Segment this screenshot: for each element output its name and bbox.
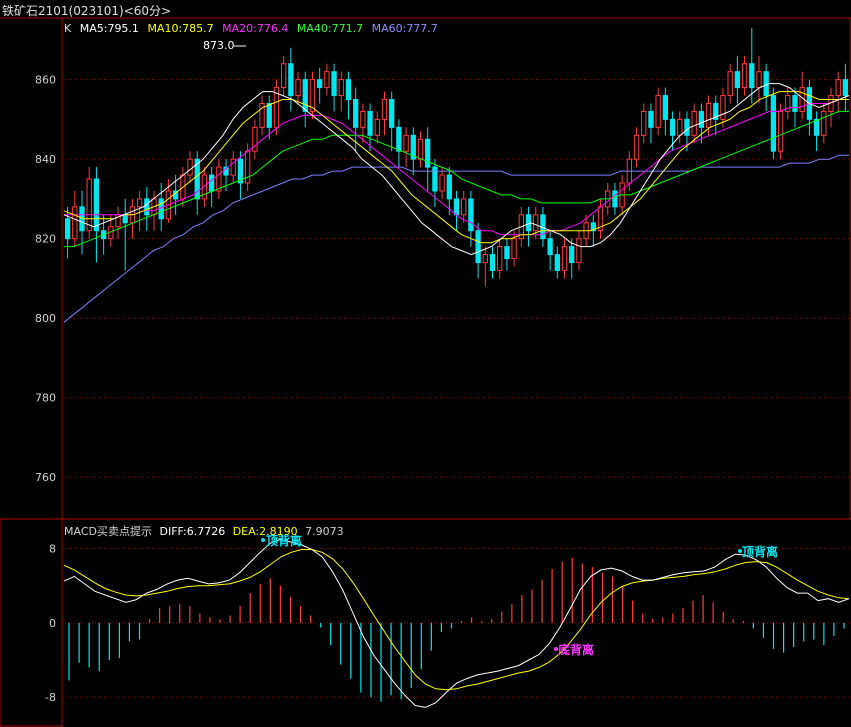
candle-body <box>727 71 733 97</box>
top-div-marker-1 <box>261 538 265 542</box>
bottom-div-marker <box>554 647 558 651</box>
candle-body <box>677 118 683 136</box>
candle-body <box>741 63 748 89</box>
candle-body <box>612 190 618 208</box>
candle-body <box>734 71 741 89</box>
candle-body <box>691 110 697 136</box>
top-divergence-2: 顶背离 <box>742 544 778 559</box>
candle-body <box>835 79 841 97</box>
candle-body <box>72 206 78 240</box>
candle-body <box>720 95 726 120</box>
candle-body <box>475 230 481 264</box>
candle-body <box>446 174 452 200</box>
candle-body <box>842 79 849 97</box>
candle-body <box>533 214 539 232</box>
candle-body <box>187 158 193 176</box>
top-div-marker-2 <box>738 549 742 553</box>
candle-body <box>511 238 517 260</box>
candle-body <box>453 198 460 216</box>
price-tick-label: 780 <box>35 392 56 405</box>
candle-body <box>280 63 287 89</box>
y-axis-labels: 860 840 820 800 780 760 8 0 -8 <box>35 74 56 705</box>
candle-body <box>295 79 301 97</box>
candle-body <box>770 95 777 152</box>
macd-tick-label: 0 <box>49 617 56 630</box>
candle-body <box>374 118 380 136</box>
candle-body <box>381 99 388 120</box>
bottom-divergence: 底背离 <box>558 642 594 657</box>
candles <box>64 27 849 287</box>
candle-body <box>763 71 769 97</box>
candle-body <box>468 198 474 232</box>
price-tick-label: 840 <box>35 153 56 166</box>
candle-body <box>425 138 431 168</box>
candle-body <box>554 254 560 271</box>
candle-body <box>144 198 150 216</box>
macd-tick-label: -8 <box>45 691 56 704</box>
candle-body <box>439 174 445 192</box>
candle-body <box>389 99 395 128</box>
candle-body <box>569 246 575 264</box>
candle-body <box>756 71 762 89</box>
candle-body <box>417 138 424 160</box>
candle-body <box>792 95 798 112</box>
candle-body <box>93 178 100 232</box>
candle-body <box>482 254 488 264</box>
candle-body <box>288 63 294 97</box>
candle-body <box>648 110 654 128</box>
candle-body <box>208 174 215 192</box>
candle-body <box>576 238 582 264</box>
candle-body <box>777 110 784 152</box>
candle-body <box>216 166 222 192</box>
candle-body <box>345 79 352 101</box>
candle-body <box>353 99 359 128</box>
candle-body <box>698 110 705 128</box>
candle-body <box>122 214 128 224</box>
candle-body <box>266 102 272 128</box>
candle-body <box>461 198 467 216</box>
candle-body <box>684 118 690 136</box>
gridlines <box>62 79 851 698</box>
candle-body <box>136 198 143 208</box>
macd-dea-line <box>63 549 850 691</box>
price-tick-label: 800 <box>35 312 56 325</box>
candle-body <box>324 71 330 89</box>
candle-body <box>749 63 755 89</box>
candle-body <box>821 110 827 136</box>
candle-body <box>497 246 503 271</box>
candle-body <box>504 246 510 260</box>
candle-body <box>338 79 344 97</box>
candle-body <box>641 110 647 136</box>
candle-body <box>561 246 568 271</box>
candle-body <box>633 134 640 160</box>
candle-body <box>662 95 669 120</box>
price-tick-label: 820 <box>35 233 56 246</box>
candle-body <box>302 79 308 112</box>
candle-body <box>396 126 402 152</box>
candle-body <box>86 178 92 232</box>
chart-area[interactable]: 860 840 820 800 780 760 8 0 -8 873.0 顶背离 顶背离 底背离 <box>0 0 851 727</box>
candle-body <box>317 79 323 89</box>
candle-body <box>64 218 71 240</box>
price-tick-label: 860 <box>35 74 56 87</box>
high-price-label: 873.0 <box>203 39 235 52</box>
candle-body <box>705 102 712 128</box>
top-divergence-1: 顶背离 <box>266 533 302 548</box>
candle-body <box>367 110 373 136</box>
candle-body <box>403 134 409 152</box>
price-tick-label: 760 <box>35 471 56 484</box>
candle-body <box>489 254 496 271</box>
candle-body <box>360 110 366 128</box>
candle-body <box>669 118 676 136</box>
candle-body <box>331 71 337 97</box>
candle-body <box>547 238 553 256</box>
candle-body <box>655 95 661 128</box>
candle-body <box>252 126 258 152</box>
macd-tick-label: 8 <box>49 543 56 556</box>
candle-body <box>813 118 820 136</box>
